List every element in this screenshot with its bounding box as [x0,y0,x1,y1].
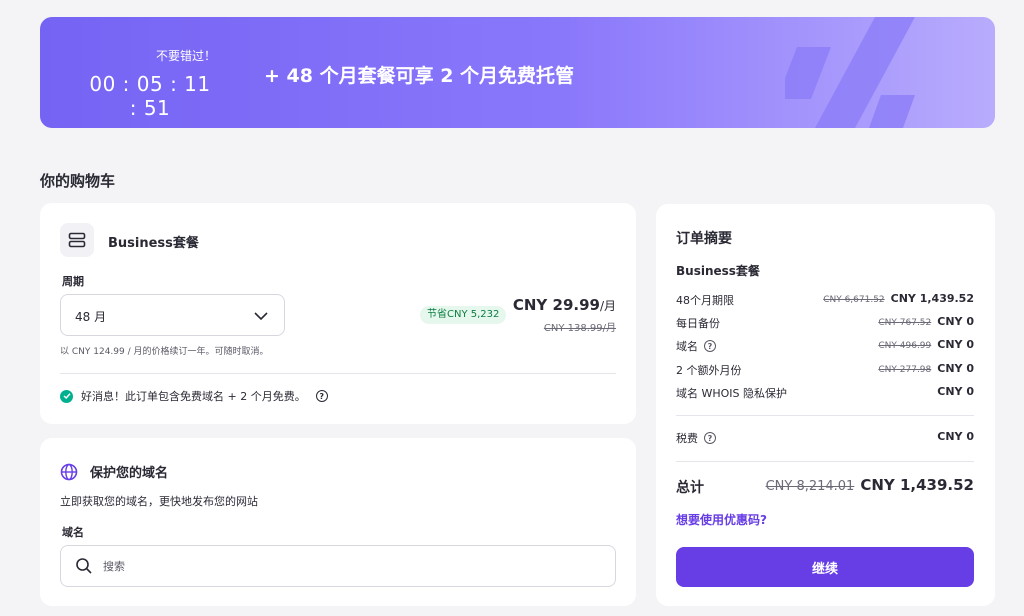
domain-search-input[interactable] [103,556,593,576]
summary-row: 48个月期限 CNY 6,671.52 CNY 1,439.52 [676,292,974,308]
row-label: 48个月期限 [676,294,734,307]
good-news-text: 好消息！此订单包含免费域名 + 2 个月免费。 [81,390,306,403]
timer-label: 不要错过！ [155,49,216,63]
row-amount: CNY 1,439.52 [890,292,974,305]
tax-label: 税费 [676,432,698,445]
help-icon[interactable]: ? [315,390,328,402]
row-label: 域名? [676,338,716,354]
plan-name: Business套餐 [108,236,199,251]
continue-button[interactable]: 继续 [676,547,974,587]
domain-subtitle: 立即获取您的域名，更快地发布您的网站 [60,495,258,508]
coupon-link[interactable]: 想要使用优惠码? [676,511,767,528]
domain-title: 保护您的域名 [60,462,168,481]
domain-field-label: 域名 [62,526,84,539]
total-amount: CNY 1,439.52 [860,476,974,494]
check-circle-icon [60,389,73,403]
row-amount: CNY 0 [937,315,974,328]
row-amount: CNY 0 [937,362,974,375]
savings-badge: 节省CNY 5,232 [420,306,507,324]
divider [676,461,974,462]
plan-price: CNY 29.99/月 [513,296,616,314]
help-icon[interactable]: ? [704,432,716,444]
period-select[interactable]: 48 月 [60,294,285,336]
plan-card: Business套餐 周期 48 月 节省CNY 5,232 CNY 29.99… [40,203,636,424]
summary-row: 域名 WHOIS 隐私保护 CNY 0 [676,385,974,401]
price-amount: CNY 29.99 [512,296,600,314]
summary-plan-name: Business套餐 [676,264,760,278]
cart-title: 你的购物车 [40,172,116,190]
domain-title-text: 保护您的域名 [90,466,169,481]
percent-icon [785,17,915,128]
tax-row: 税费? CNY 0 [676,430,974,446]
old-price: CNY 138.99/月 [543,323,616,334]
row-label-text: 域名 [676,340,698,353]
summary-title: 订单摘要 [676,231,732,247]
row-old-price: CNY 6,671.52 [823,295,885,305]
row-old-price: CNY 767.52 [878,318,932,328]
search-icon [76,558,92,574]
server-icon [60,223,94,257]
divider [676,415,974,416]
divider [60,373,616,374]
row-label: 税费? [676,430,716,446]
total-label: 总计 [676,480,704,496]
summary-row: 每日备份 CNY 767.52 CNY 0 [676,315,974,331]
promo-text: + 48 个月套餐可享 2 个月免费托管 [264,65,575,87]
price-unit: /月 [599,299,616,313]
total-row: 总计 CNY 8,214.01 CNY 1,439.52 [676,476,974,496]
promo-banner: 不要错过！ 00 : 05 : 11 : 51 + 48 个月套餐可享 2 个月… [40,17,995,128]
period-value: 48 月 [75,310,107,324]
domain-search[interactable] [60,545,616,587]
row-label: 每日备份 [676,317,720,330]
row-old-price: CNY 496.99 [878,341,932,351]
summary-row: 2 个额外月份 CNY 277.98 CNY 0 [676,362,974,378]
summary-row: 域名? CNY 496.99 CNY 0 [676,338,974,354]
globe-icon [60,463,78,480]
tax-amount: CNY 0 [937,430,974,443]
row-amount: CNY 0 [937,385,974,398]
row-amount: CNY 0 [937,338,974,351]
period-label: 周期 [62,275,84,288]
row-label: 2 个额外月份 [676,364,742,377]
row-label: 域名 WHOIS 隐私保护 [676,387,788,400]
chevron-down-icon [254,312,268,321]
total-old-price: CNY 8,214.01 [765,479,855,494]
row-old-price: CNY 277.98 [878,365,932,375]
domain-card: 保护您的域名 立即获取您的域名，更快地发布您的网站 域名 [40,438,636,606]
renew-note: 以 CNY 124.99 / 月的价格续订一年。可随时取消。 [60,347,269,357]
help-icon[interactable]: ? [704,340,716,352]
countdown-timer: 00 : 05 : 11 : 51 [89,72,211,120]
order-summary: 订单摘要 Business套餐 48个月期限 CNY 6,671.52 CNY 1… [656,204,995,606]
good-news: 好消息！此订单包含免费域名 + 2 个月免费。 ? [60,388,328,404]
